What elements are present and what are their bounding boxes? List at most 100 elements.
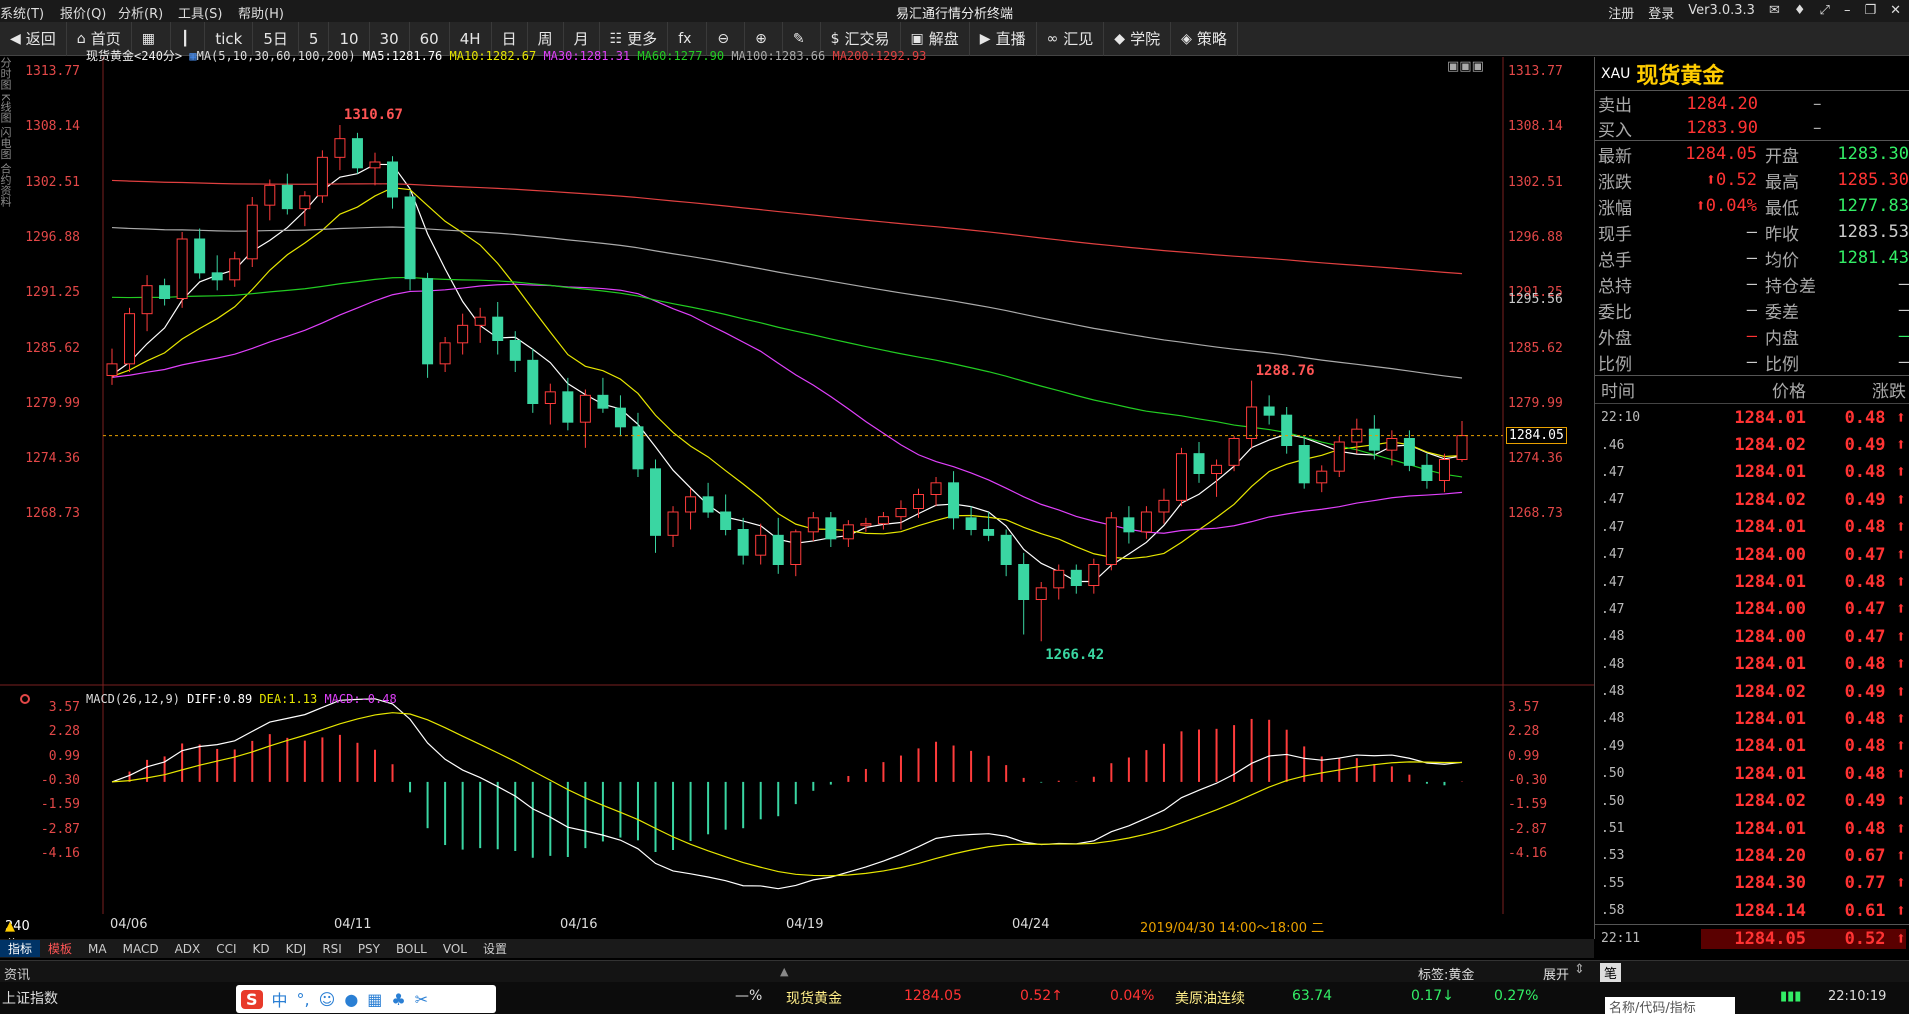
toolbar-button-0[interactable]: ◀ 返回 bbox=[0, 21, 67, 56]
chart-svg[interactable] bbox=[0, 57, 1594, 914]
news-label[interactable]: 资讯 bbox=[4, 964, 30, 983]
quote-row: 比例 – 比例 – bbox=[1595, 349, 1909, 375]
tick-cell: 1284.05 bbox=[1701, 928, 1806, 949]
emoji-icon[interactable]: ☺ bbox=[319, 990, 336, 1009]
indicator-tab-10[interactable]: BOLL bbox=[388, 942, 435, 956]
quote-value: – bbox=[1746, 248, 1757, 268]
legend-ma-params: MA(5,10,30,60,100,200) bbox=[196, 49, 356, 63]
indicator-tab-2[interactable]: MA bbox=[80, 942, 115, 956]
tick-cell: 0.49 ⬆ bbox=[1844, 489, 1906, 510]
quote-label: 最新 bbox=[1598, 146, 1632, 167]
indicator-tab-1[interactable]: 模板 bbox=[40, 940, 80, 957]
close-icon[interactable]: ✕ bbox=[1890, 3, 1901, 22]
quote-panel: XAU 现货黄金 卖出 1284.20 – 买入 1283.90 – 最新 128… bbox=[1594, 57, 1909, 949]
x-label-0416: 04/16 bbox=[560, 917, 598, 932]
candle-body bbox=[1053, 569, 1065, 589]
tick-cell: 0.47 ⬆ bbox=[1844, 599, 1906, 620]
candle-body bbox=[211, 272, 223, 281]
candle-body bbox=[1088, 564, 1100, 586]
quote-value: – bbox=[1746, 352, 1757, 372]
quote-value: – bbox=[1898, 352, 1909, 372]
toolbar-button-21[interactable]: ▶ 直播 bbox=[970, 21, 1037, 56]
indicator-tab-9[interactable]: PSY bbox=[350, 942, 388, 956]
indicator-tab-4[interactable]: ADX bbox=[167, 942, 209, 956]
symbol-search-input[interactable]: 名称/代码/指标 bbox=[1605, 997, 1735, 1014]
ma100-line bbox=[111, 226, 1463, 379]
indicator-tab-5[interactable]: CCI bbox=[208, 942, 244, 956]
toolbar-button-22[interactable]: ∞ 汇见 bbox=[1037, 21, 1105, 56]
ticker-oil[interactable]: 美原油连续 bbox=[1175, 988, 1245, 1008]
ticker-gold[interactable]: 现货黄金 bbox=[786, 988, 842, 1008]
tools-icon[interactable]: ✂ bbox=[415, 990, 428, 1009]
toolbar-label: 5 bbox=[308, 29, 319, 48]
price-tick-left: 1291.25 bbox=[25, 285, 80, 301]
quote-value: 1283.53 bbox=[1837, 222, 1909, 242]
tick-cell: .51 bbox=[1601, 821, 1625, 837]
indicator-tab-8[interactable]: RSI bbox=[314, 942, 350, 956]
candle-body bbox=[1421, 464, 1433, 482]
news-tag: 标签:黄金 bbox=[1418, 968, 1475, 983]
indicator-tab-0[interactable]: 指标 bbox=[0, 940, 41, 957]
login-link[interactable]: 登录 bbox=[1648, 3, 1674, 22]
quote-row: 总持 – 持仓差 – bbox=[1595, 271, 1909, 297]
candle-body bbox=[965, 517, 977, 531]
register-link[interactable]: 注册 bbox=[1608, 3, 1634, 22]
indicator-tab-3[interactable]: MACD bbox=[115, 942, 167, 956]
indicator-tab-11[interactable]: VOL bbox=[435, 942, 475, 956]
candle-body bbox=[334, 138, 346, 158]
tick-cell: .47 bbox=[1601, 601, 1625, 617]
tick-cell: 0.48 ⬆ bbox=[1844, 818, 1906, 839]
quote-value: – bbox=[1746, 274, 1757, 294]
indicator-tab-7[interactable]: KDJ bbox=[278, 942, 315, 956]
price-tick-left: 1302.51 bbox=[25, 174, 80, 190]
restore-icon[interactable]: ⤢ bbox=[1820, 3, 1830, 22]
tick-row: .53 1284.20 0.67 ⬆ bbox=[1595, 842, 1909, 869]
skin-icon[interactable]: ♣ bbox=[391, 990, 405, 1009]
indicator-tab-12[interactable]: 设置 bbox=[475, 940, 515, 957]
ticker-index[interactable]: 上证指数 bbox=[2, 988, 58, 1008]
clock: 22:10:19 bbox=[1828, 989, 1887, 1004]
minimize-icon[interactable]: – bbox=[1844, 3, 1851, 22]
quote-label: 总持 bbox=[1598, 276, 1632, 297]
ime-toolbar[interactable]: S 中 °, ☺ ● ▦ ♣ ✂ bbox=[236, 985, 496, 1013]
indicator-tab-6[interactable]: KD bbox=[245, 942, 278, 956]
macd-tick-left: -2.87 bbox=[40, 821, 80, 837]
keyboard-icon[interactable]: ▦ bbox=[367, 990, 382, 1009]
tick-cell: .48 bbox=[1601, 684, 1625, 700]
tick-cell: 0.52 ⬆ bbox=[1806, 928, 1906, 949]
candle-body bbox=[404, 196, 416, 280]
candle-body bbox=[1281, 414, 1293, 446]
candle-body bbox=[720, 511, 732, 530]
quote-label: 持仓差 bbox=[1764, 276, 1816, 297]
ime-lang[interactable]: 中 bbox=[272, 987, 288, 1011]
ime-logo[interactable]: S bbox=[241, 989, 263, 1009]
macd-diff: DIFF:0.89 bbox=[187, 692, 253, 706]
punct-icon[interactable]: °, bbox=[297, 990, 310, 1009]
mail-icon[interactable]: ✉ bbox=[1769, 3, 1780, 22]
tick-list[interactable]: 22:10 1284.01 0.48 ⬆ .46 1284.02 0.49 ⬆ .47 128… bbox=[1595, 404, 1909, 952]
expand-button[interactable]: 展开 bbox=[1543, 964, 1569, 983]
candle-body bbox=[1140, 511, 1152, 533]
level-tag: 1295.56 bbox=[1508, 292, 1563, 308]
chart-panel-buttons[interactable]: ▣▣▣ bbox=[1447, 59, 1484, 74]
shirt-icon[interactable]: ♦ bbox=[1794, 3, 1806, 22]
candle-body bbox=[877, 516, 889, 525]
quote-row: 总手 – 均价 1281.43 bbox=[1595, 245, 1909, 271]
toolbar-button-24[interactable]: ◈ 策略 bbox=[1171, 21, 1238, 56]
tick-cell: .47 bbox=[1601, 547, 1625, 563]
mic-icon[interactable]: ● bbox=[344, 990, 358, 1009]
candle-body bbox=[1105, 517, 1117, 566]
macd-diff-line bbox=[111, 698, 1463, 890]
toolbar-button-23[interactable]: ◆ 学院 bbox=[1104, 21, 1172, 56]
macd-tick-left: 0.99 bbox=[48, 748, 80, 764]
toolbar-label: 首页 bbox=[90, 30, 121, 48]
candle-body bbox=[229, 258, 241, 281]
home-icon: ⌂ bbox=[76, 30, 86, 47]
expand-arrow-icon[interactable]: ⇕ bbox=[1574, 962, 1585, 977]
maximize-icon[interactable]: ❐ bbox=[1864, 3, 1876, 22]
collapse-arrow-icon[interactable]: ▲ bbox=[780, 965, 788, 978]
toolbar-label: 30 bbox=[379, 29, 399, 48]
pen-button[interactable]: 笔 bbox=[1600, 963, 1622, 982]
tick-cell: .48 bbox=[1601, 711, 1625, 727]
candle-body bbox=[1263, 406, 1275, 416]
